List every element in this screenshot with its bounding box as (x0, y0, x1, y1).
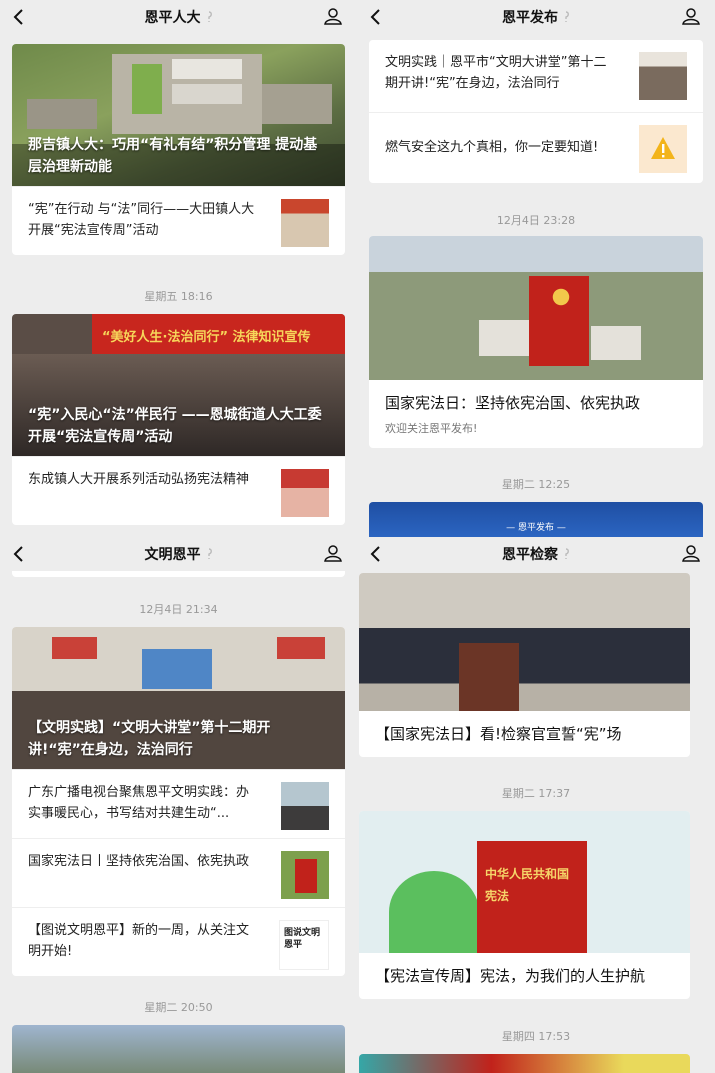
list-item[interactable]: 东成镇人大开展系列活动弘扬宪法精神 (12, 456, 345, 525)
thumbnail (281, 469, 329, 517)
list-item[interactable]: 广东广播电视台聚焦恩平文明实践：办实事暖民心，书写结对共建生动“... (12, 769, 345, 838)
pane-wenming-enping: 文明恩平 12月4日 21:34 【文明实践】“文明大讲堂”第十二期开讲!“宪”… (0, 537, 357, 1073)
wall-screen (52, 637, 97, 659)
article-card[interactable]: 国家宪法日：坚持依宪治国、依宪执政 欢迎关注恩平发布! (369, 236, 703, 448)
thumbnail (639, 52, 687, 100)
hero-caption: 【文明实践】“文明大讲堂”第十二期开讲!“宪”在身边，法治同行 (28, 720, 271, 758)
article-card[interactable]: 中华人民共和国 宪法 【宪法宣传周】宪法，为我们的人生护航 (359, 811, 690, 999)
back-icon[interactable] (10, 7, 28, 27)
article-title: 【国家宪法日】看!检察官宣誓“宪”场 (375, 725, 622, 743)
hero-caption: “宪”入民心“法”伴民行 ——恩城街道人大工委开展“宪法宣传周”活动 (28, 407, 322, 445)
verified-icon (565, 548, 569, 559)
user-icon[interactable] (323, 543, 343, 563)
article-title: 【宪法宣传周】宪法，为我们的人生护航 (375, 967, 646, 985)
list-item[interactable]: 文明实践｜恩平市“文明大讲堂”第十二期开讲!“宪”在身边，法治同行 (369, 40, 703, 112)
back-icon[interactable] (367, 7, 385, 27)
timestamp: 星期四 17:53 (501, 1030, 571, 1043)
article-card[interactable]: 那吉镇人大：巧用“有礼有结”积分管理 提动基层治理新动能 “宪”在行动 与“法”… (12, 44, 345, 255)
list-item-title: 国家宪法日丨坚持依宪治国、依宪执政 (28, 854, 250, 869)
page-title: 恩平人大 (144, 10, 201, 26)
article-subtitle: 欢迎关注恩平发布! (385, 422, 478, 435)
verified-icon (207, 11, 212, 22)
topbar: 文明恩平 (0, 537, 357, 571)
article-card[interactable]: 【文明实践】“文明大讲堂”第十二期开讲!“宪”在身边，法治同行 广东广播电视台聚… (12, 627, 345, 976)
user-icon[interactable] (681, 6, 701, 26)
article-card[interactable]: — 恩平发布 — (369, 502, 703, 537)
list-item-title: 燃气安全这九个真相，你一定要知道! (385, 140, 599, 155)
list-item[interactable]: “宪”在行动 与“法”同行——大田镇人大开展“宪法宣传周”活动 (12, 186, 345, 255)
thumb-label: 图说文明恩平 (284, 928, 321, 950)
page-title: 文明恩平 (144, 547, 201, 563)
topbar: 恩平检察 (357, 537, 715, 571)
thumbnail (281, 199, 329, 247)
article-card[interactable] (359, 1054, 690, 1073)
list-item-title: “宪”在行动 与“法”同行——大田镇人大开展“宪法宣传周”活动 (28, 202, 255, 238)
timestamp: 星期二 20:50 (144, 1001, 213, 1014)
stone-panel (591, 326, 641, 360)
hero-image[interactable]: 那吉镇人大：巧用“有礼有结”积分管理 提动基层治理新动能 (12, 44, 345, 186)
emblem-icon (552, 288, 570, 306)
pane-enping-fabu: 恩平发布 文明实践｜恩平市“文明大讲堂”第十二期开讲!“宪”在身边，法治同行 燃… (357, 0, 715, 537)
hero-image[interactable] (369, 236, 703, 380)
verified-icon (207, 548, 212, 559)
hero-image[interactable]: 中华人民共和国 宪法 (359, 811, 690, 953)
banner-text: “美好人生·法治同行” 法律知识宣传 (102, 330, 311, 345)
timestamp: 星期二 12:25 (501, 478, 571, 491)
list-item-title: 文明实践｜恩平市“文明大讲堂”第十二期开讲!“宪”在身边，法治同行 (385, 55, 607, 91)
timestamp: 星期二 17:37 (501, 787, 571, 800)
list-item-title: 广东广播电视台聚焦恩平文明实践：办实事暖民心，书写结对共建生动“... (28, 785, 250, 821)
list-item-title: 【图说文明恩平】新的一周，从关注文明开始! (28, 923, 250, 959)
list-item[interactable]: 燃气安全这九个真相，你一定要知道! (369, 112, 703, 183)
thumbnail: 图说文明恩平 (279, 920, 329, 970)
timestamp: 星期五 18:16 (144, 290, 213, 303)
card-fragment (12, 571, 345, 577)
user-icon[interactable] (323, 6, 343, 26)
podium (459, 643, 519, 711)
topbar: 恩平发布 (357, 0, 715, 34)
thumbnail (639, 125, 687, 173)
verified-icon (565, 11, 569, 22)
list-item-title: 东成镇人大开展系列活动弘扬宪法精神 (28, 472, 250, 487)
hero-image[interactable]: “美好人生·法治同行” 法律知识宣传 “宪”入民心“法”伴民行 ——恩城街道人大… (12, 314, 345, 456)
article-card[interactable]: “美好人生·法治同行” 法律知识宣传 “宪”入民心“法”伴民行 ——恩城街道人大… (12, 314, 345, 525)
article-card[interactable] (12, 1025, 345, 1073)
timestamp: 12月4日 21:34 (139, 603, 218, 616)
stone-panel (479, 320, 529, 356)
topbar: 恩平人大 (0, 0, 357, 34)
pane-enping-jiancha: 恩平检察 【国家宪法日】看!检察官宣誓“宪”场 星期二 17:37 中华人民共和… (357, 537, 715, 1073)
wall-screen (277, 637, 325, 659)
back-icon[interactable] (367, 544, 385, 564)
hero-image[interactable]: 【文明实践】“文明大讲堂”第十二期开讲!“宪”在身边，法治同行 (12, 627, 345, 769)
user-icon[interactable] (681, 543, 701, 563)
leaf-illustration (389, 871, 479, 953)
page-title: 恩平检察 (502, 547, 558, 563)
article-card[interactable]: 【国家宪法日】看!检察官宣誓“宪”场 (359, 573, 690, 757)
list-item[interactable]: 【图说文明恩平】新的一周，从关注文明开始! 图说文明恩平 (12, 907, 345, 976)
pane-enping-renda: 恩平人大 那吉镇人大：巧用“有礼有结”积分管理 提动基层治理新动能 “宪”在行动… (0, 0, 357, 537)
constitution-book: 中华人民共和国 宪法 (477, 841, 587, 953)
monument-thumb (295, 859, 317, 893)
thumbnail (281, 851, 329, 899)
book-text: 中华人民共和国 宪法 (485, 867, 570, 903)
banner-text: — 恩平发布 — (506, 523, 566, 533)
timestamp: 12月4日 23:28 (496, 214, 576, 227)
projection-screen (142, 649, 212, 689)
thumbnail (281, 782, 329, 830)
hero-image[interactable] (359, 573, 690, 711)
page-title: 恩平发布 (502, 10, 558, 26)
list-item[interactable]: 国家宪法日丨坚持依宪治国、依宪执政 (12, 838, 345, 907)
back-icon[interactable] (10, 544, 28, 564)
article-card[interactable]: 文明实践｜恩平市“文明大讲堂”第十二期开讲!“宪”在身边，法治同行 燃气安全这九… (369, 40, 703, 183)
warning-icon (651, 137, 675, 159)
hero-caption: 那吉镇人大：巧用“有礼有结”积分管理 提动基层治理新动能 (28, 137, 318, 175)
